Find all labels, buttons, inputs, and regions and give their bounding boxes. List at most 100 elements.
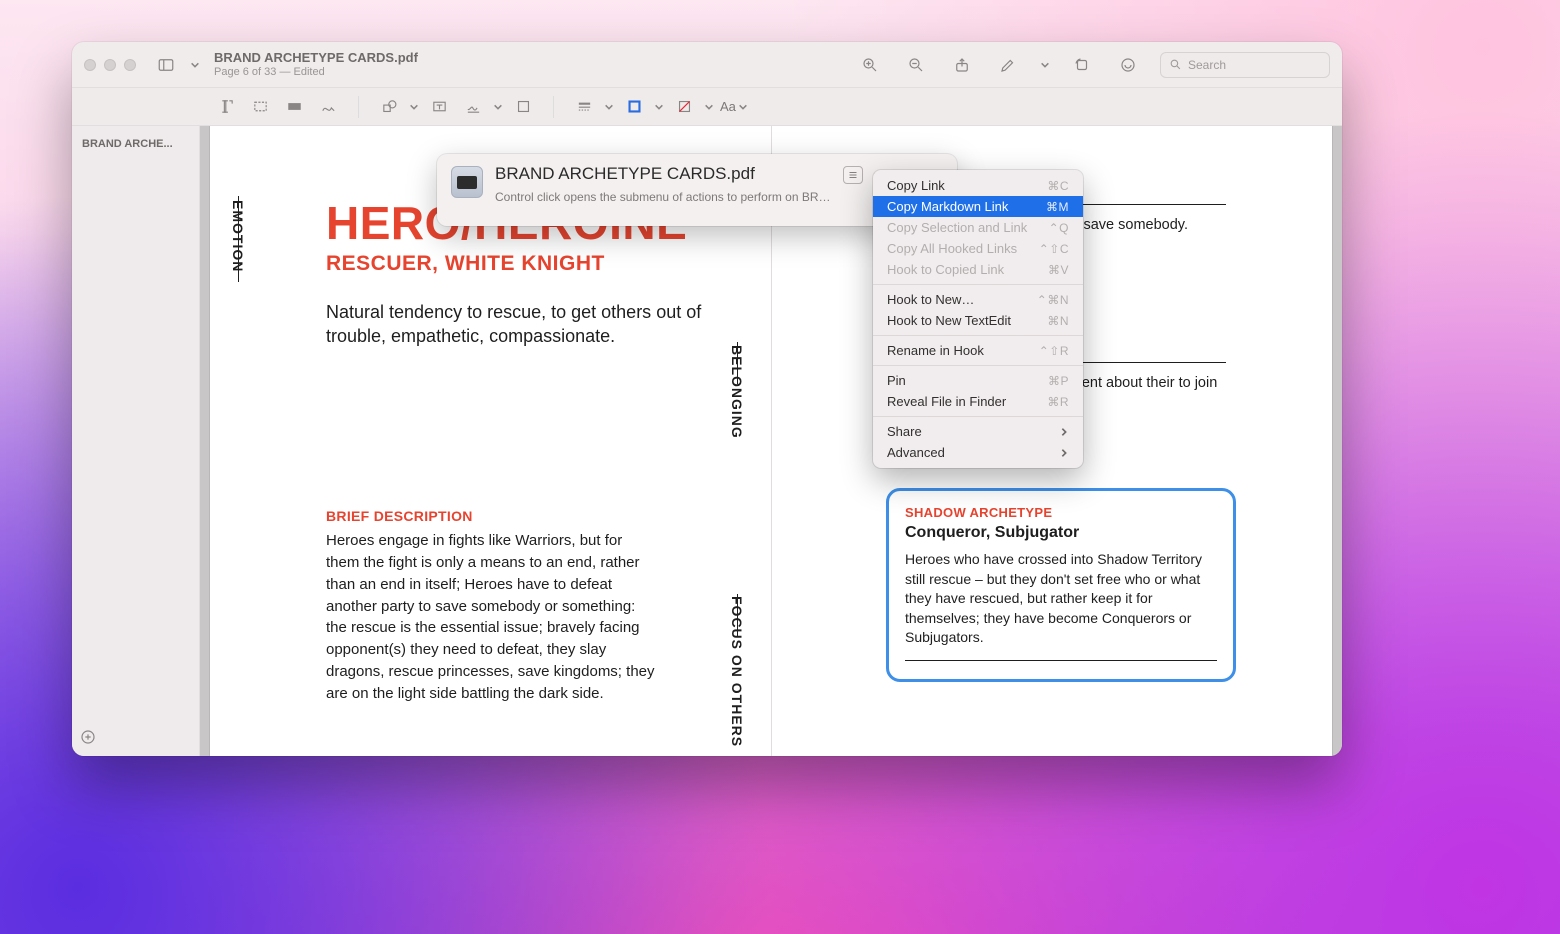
menu-item[interactable]: Pin ⌘P xyxy=(873,370,1083,391)
note-tool[interactable] xyxy=(509,95,537,119)
menu-item-label: Pin xyxy=(887,373,906,388)
shadow-subtitle: Conqueror, Subjugator xyxy=(905,524,1217,542)
preview-app-icon xyxy=(451,166,483,198)
menu-item: Copy Selection and Link ⌃Q xyxy=(873,217,1083,238)
sketch-tool[interactable] xyxy=(314,95,342,119)
chevron-right-icon xyxy=(1059,427,1069,437)
toolbar-right: Search xyxy=(856,52,1330,78)
menu-separator xyxy=(873,365,1083,366)
markup-toolbar: Aa xyxy=(72,88,1342,126)
chevron-down-icon[interactable] xyxy=(704,102,714,112)
minimize-window-button[interactable] xyxy=(104,59,116,71)
menu-item[interactable]: Rename in Hook ⌃⇧R xyxy=(873,340,1083,361)
rotate-button[interactable] xyxy=(1068,52,1096,78)
shadow-title: SHADOW ARCHETYPE xyxy=(905,505,1217,520)
menu-item-shortcut: ⌘N xyxy=(1047,314,1069,328)
highlight-button[interactable] xyxy=(1114,52,1142,78)
menu-item[interactable]: Hook to New TextEdit ⌘N xyxy=(873,310,1083,331)
text-selection-tool[interactable] xyxy=(212,95,240,119)
shapes-tool[interactable] xyxy=(375,95,403,119)
menu-item[interactable]: Copy Link ⌘C xyxy=(873,175,1083,196)
chevron-down-icon[interactable] xyxy=(654,102,664,112)
brief-description-body: Heroes engage in fights like Warriors, b… xyxy=(326,530,656,704)
shadow-archetype-card: SHADOW ARCHETYPE Conqueror, Subjugator H… xyxy=(886,488,1236,682)
context-menu: Copy Link ⌘C Copy Markdown Link ⌘M Copy Sele… xyxy=(873,170,1083,468)
titlebar: BRAND ARCHETYPE CARDS.pdf Page 6 of 33 —… xyxy=(72,42,1342,88)
zoom-window-button[interactable] xyxy=(124,59,136,71)
archetype-subtitle: RESCUER, WHITE KNIGHT xyxy=(326,252,766,276)
fill-color-tool[interactable] xyxy=(670,95,698,119)
sidebar-toggle-button[interactable] xyxy=(152,52,180,78)
menu-item[interactable]: Copy Markdown Link ⌘M xyxy=(873,196,1083,217)
hook-text: BRAND ARCHETYPE CARDS.pdf Control click … xyxy=(495,164,831,204)
border-style-tool[interactable] xyxy=(570,95,598,119)
chevron-down-icon[interactable] xyxy=(1040,60,1050,70)
menu-item-label: Rename in Hook xyxy=(887,343,984,358)
chevron-down-icon xyxy=(738,102,748,112)
menu-item-shortcut: ⌃Q xyxy=(1049,221,1069,235)
rectangular-selection-tool[interactable] xyxy=(246,95,274,119)
shadow-body: Heroes who have crossed into Shadow Terr… xyxy=(905,550,1217,648)
zoom-in-button[interactable] xyxy=(856,52,884,78)
menu-item[interactable]: Hook to New… ⌃⌘N xyxy=(873,289,1083,310)
menu-item-label: Copy Markdown Link xyxy=(887,199,1008,214)
menu-item-label: Hook to New… xyxy=(887,292,974,307)
menu-item-shortcut: ⌃⌘N xyxy=(1037,293,1069,307)
redact-tool[interactable] xyxy=(280,95,308,119)
doc-left-column: HERO/HEROINE RESCUER, WHITE KNIGHT Natur… xyxy=(326,202,766,704)
menu-item-shortcut: ⌘M xyxy=(1046,200,1069,214)
menu-item: Copy All Hooked Links ⌃⇧C xyxy=(873,238,1083,259)
chevron-down-icon[interactable] xyxy=(604,102,614,112)
menu-item-label: Advanced xyxy=(887,445,945,460)
menu-item[interactable]: Reveal File in Finder ⌘R xyxy=(873,391,1083,412)
menu-item-shortcut: ⌃⇧C xyxy=(1039,242,1069,256)
menu-item-shortcut: ⌃⇧R xyxy=(1039,344,1069,358)
window-controls xyxy=(84,59,136,71)
menu-item-label: Share xyxy=(887,424,922,439)
chevron-down-icon[interactable] xyxy=(493,102,503,112)
document-title-block[interactable]: BRAND ARCHETYPE CARDS.pdf Page 6 of 33 —… xyxy=(214,51,418,79)
menu-item[interactable]: Advanced xyxy=(873,442,1083,463)
add-page-button[interactable] xyxy=(80,729,96,750)
text-style-tool[interactable]: Aa xyxy=(720,99,748,114)
hook-subtitle: Control click opens the submenu of actio… xyxy=(495,190,831,204)
menu-separator xyxy=(873,416,1083,417)
sign-tool[interactable] xyxy=(459,95,487,119)
document-subtitle: Page 6 of 33 — Edited xyxy=(214,66,418,79)
zoom-out-button[interactable] xyxy=(902,52,930,78)
menu-item-label: Reveal File in Finder xyxy=(887,394,1006,409)
menu-item-label: Hook to Copied Link xyxy=(887,262,1004,277)
emotion-axis-label: EMOTION xyxy=(230,200,246,272)
line-icon xyxy=(905,660,1217,661)
border-color-tool[interactable] xyxy=(620,95,648,119)
document-title: BRAND ARCHETYPE CARDS.pdf xyxy=(214,51,418,66)
menu-separator xyxy=(873,335,1083,336)
text-tool[interactable] xyxy=(425,95,453,119)
markup-button[interactable] xyxy=(994,52,1022,78)
close-window-button[interactable] xyxy=(84,59,96,71)
thumbnail-label: BRAND ARCHE... xyxy=(82,138,189,150)
menu-item-shortcut: ⌘C xyxy=(1047,179,1069,193)
menu-item-label: Hook to New TextEdit xyxy=(887,313,1011,328)
search-icon xyxy=(1169,58,1182,71)
chevron-down-icon[interactable] xyxy=(409,102,419,112)
menu-item-label: Copy Link xyxy=(887,178,945,193)
menu-item: Hook to Copied Link ⌘V xyxy=(873,259,1083,280)
share-button[interactable] xyxy=(948,52,976,78)
menu-item-shortcut: ⌘R xyxy=(1047,395,1069,409)
menu-item-label: Copy Selection and Link xyxy=(887,220,1027,235)
hook-title: BRAND ARCHETYPE CARDS.pdf xyxy=(495,164,831,184)
menu-item-shortcut: ⌘P xyxy=(1048,374,1069,388)
hook-list-button[interactable] xyxy=(843,166,863,184)
brief-description-title: BRIEF DESCRIPTION xyxy=(326,508,766,524)
chevron-down-icon[interactable] xyxy=(190,60,200,70)
menu-item-label: Copy All Hooked Links xyxy=(887,241,1017,256)
thumbnails-sidebar[interactable]: BRAND ARCHE... xyxy=(72,126,200,756)
search-placeholder: Search xyxy=(1188,58,1226,72)
chevron-right-icon xyxy=(1059,448,1069,458)
archetype-lead: Natural tendency to rescue, to get other… xyxy=(326,300,766,349)
menu-item-shortcut: ⌘V xyxy=(1048,263,1069,277)
preview-window: BRAND ARCHETYPE CARDS.pdf Page 6 of 33 —… xyxy=(72,42,1342,756)
menu-item[interactable]: Share xyxy=(873,421,1083,442)
search-field[interactable]: Search xyxy=(1160,52,1330,78)
